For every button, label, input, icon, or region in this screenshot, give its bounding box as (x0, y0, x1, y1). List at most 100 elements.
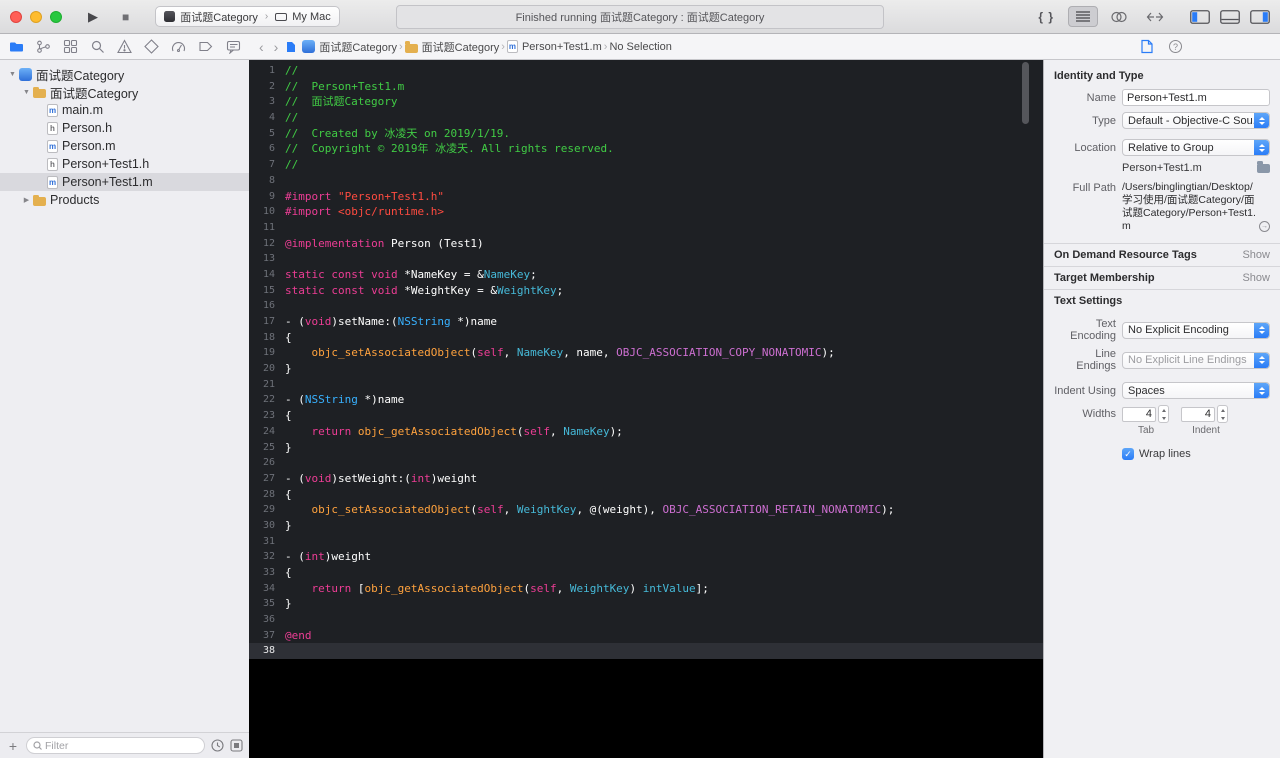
code-line-36[interactable]: 36 (249, 612, 1043, 628)
file-inspector-icon[interactable] (1141, 39, 1153, 54)
breakpoint-navigator-icon[interactable] (194, 35, 218, 59)
code-line-8[interactable]: 8 (249, 173, 1043, 189)
breadcrumb-item[interactable]: 面试题Category (404, 39, 499, 55)
code-line-18[interactable]: 18 { (249, 330, 1043, 346)
code-line-12[interactable]: 12 @implementation Person (Test1) (249, 236, 1043, 252)
find-navigator-icon[interactable] (85, 35, 109, 59)
report-navigator-icon[interactable] (221, 35, 245, 59)
code-line-1[interactable]: 1 // (249, 63, 1043, 79)
sidebar-item-面试题Category[interactable]: ▼ 面试题Category (0, 65, 249, 83)
code-snippets-icon[interactable]: { } (1038, 10, 1054, 24)
line-endings-popup[interactable]: No Explicit Line Endings (1122, 351, 1270, 369)
code-line-38[interactable]: 38 (249, 643, 1043, 660)
related-items-icon[interactable] (286, 41, 296, 53)
code-line-5[interactable]: 5 // Created by 冰凌天 on 2019/1/19. (249, 126, 1043, 142)
code-line-35[interactable]: 35} (249, 596, 1043, 612)
close-window-button[interactable] (10, 10, 22, 23)
code-line-28[interactable]: 28 { (249, 487, 1043, 503)
stop-button[interactable]: ■ (122, 10, 129, 24)
sidebar-item-main.m[interactable]: m main.m (0, 101, 249, 119)
toggle-debug-area-button[interactable] (1220, 9, 1240, 24)
code-line-27[interactable]: 27 - (void)setWeight:(int)weight (249, 471, 1043, 487)
back-button[interactable]: ‹ (257, 40, 266, 54)
code-line-9[interactable]: 9 #import "Person+Test1.h" (249, 189, 1043, 205)
odr-show-button[interactable]: Show (1242, 249, 1270, 261)
indent-using-popup[interactable]: Spaces (1122, 382, 1270, 399)
sidebar-item-Person+Test1.h[interactable]: h Person+Test1.h (0, 155, 249, 173)
disclosure-triangle[interactable]: ▼ (20, 89, 33, 96)
filter-input[interactable] (45, 739, 198, 752)
toggle-inspector-button[interactable] (1250, 9, 1270, 24)
code-line-10[interactable]: 10 #import <objc/runtime.h> (249, 204, 1043, 220)
code-line-34[interactable]: 34 return [objc_getAssociatedObject(self… (249, 581, 1043, 597)
code-line-37[interactable]: 37 @end (249, 628, 1043, 644)
assistant-editor-button[interactable] (1104, 6, 1134, 27)
code-line-22[interactable]: 22 - (NSString *)name (249, 392, 1043, 408)
sidebar-item-Person.m[interactable]: m Person.m (0, 137, 249, 155)
breadcrumb-item[interactable]: m Person+Test1.m (506, 40, 602, 53)
target-show-button[interactable]: Show (1242, 272, 1270, 284)
sidebar-item-Products[interactable]: ▶ Products (0, 191, 249, 209)
text-encoding-popup[interactable]: No Explicit Encoding (1122, 321, 1270, 339)
source-control-navigator-icon[interactable] (31, 35, 55, 59)
project-navigator-icon[interactable] (4, 35, 28, 59)
breadcrumb-item[interactable]: No Selection (609, 41, 671, 53)
source-control-status-icon[interactable] (230, 739, 243, 752)
code-line-33[interactable]: 33 { (249, 565, 1043, 581)
location-popup[interactable]: Relative to Group (1122, 139, 1270, 156)
scheme-selector[interactable]: 面试题Category › My Mac (155, 6, 340, 27)
code-line-24[interactable]: 24 return objc_getAssociatedObject(self,… (249, 424, 1043, 440)
sidebar-item-面试题Category[interactable]: ▼ 面试题Category (0, 83, 249, 101)
run-button[interactable]: ▶ (88, 9, 98, 25)
choose-folder-icon[interactable] (1257, 161, 1270, 173)
symbol-navigator-icon[interactable] (58, 35, 82, 59)
source-editor[interactable]: 1//2// Person+Test1.m 3// 面试题Category 4//5… (249, 60, 1043, 758)
sidebar-item-Person+Test1.m[interactable]: m Person+Test1.m (0, 173, 249, 191)
code-line-16[interactable]: 16 (249, 298, 1043, 314)
version-editor-button[interactable] (1140, 6, 1170, 27)
code-line-2[interactable]: 2 // Person+Test1.m (249, 79, 1043, 95)
code-line-15[interactable]: 15 static const void *WeightKey = &Weight… (249, 283, 1043, 299)
code-line-3[interactable]: 3 // 面试题Category (249, 94, 1043, 110)
code-line-29[interactable]: 29 objc_setAssociatedObject(self, Weight… (249, 502, 1043, 518)
code-line-31[interactable]: 31 (249, 534, 1043, 550)
issue-navigator-icon[interactable] (113, 35, 137, 59)
breadcrumb-item[interactable]: 面试题Category (302, 39, 397, 55)
code-line-25[interactable]: 25} (249, 440, 1043, 456)
reveal-path-icon[interactable]: → (1259, 221, 1270, 232)
code-line-11[interactable]: 11 (249, 220, 1043, 236)
test-navigator-icon[interactable] (140, 35, 164, 59)
code-line-21[interactable]: 21 (249, 377, 1043, 393)
code-line-6[interactable]: 6 // Copyright © 2019年 冰凌天. All rights re… (249, 141, 1043, 157)
forward-button[interactable]: › (272, 40, 281, 54)
code-line-13[interactable]: 13 (249, 251, 1043, 267)
type-popup[interactable]: Default - Objective-C Sou... (1122, 112, 1270, 129)
wrap-lines-checkbox[interactable]: ✓ (1122, 448, 1134, 460)
code-line-14[interactable]: 14 static const void *NameKey = &NameKey; (249, 267, 1043, 283)
code-line-32[interactable]: 32 - (int)weight (249, 549, 1043, 565)
disclosure-triangle[interactable]: ▶ (20, 196, 33, 204)
editor-scrollbar[interactable] (1022, 62, 1029, 124)
quick-help-inspector-icon[interactable]: ? (1169, 40, 1182, 53)
code-line-26[interactable]: 26 (249, 455, 1043, 471)
disclosure-triangle[interactable]: ▼ (6, 71, 19, 78)
indent-width-field[interactable] (1181, 406, 1215, 422)
recent-files-icon[interactable] (211, 739, 224, 752)
code-line-20[interactable]: 20} (249, 361, 1043, 377)
code-line-17[interactable]: 17 - (void)setName:(NSString *)name (249, 314, 1043, 330)
indent-width-stepper[interactable] (1217, 405, 1228, 423)
tab-width-field[interactable] (1122, 406, 1156, 422)
standard-editor-button[interactable] (1068, 6, 1098, 27)
sidebar-item-Person.h[interactable]: h Person.h (0, 119, 249, 137)
zoom-window-button[interactable] (50, 10, 62, 23)
debug-navigator-icon[interactable] (167, 35, 191, 59)
code-line-30[interactable]: 30} (249, 518, 1043, 534)
code-line-23[interactable]: 23 { (249, 408, 1043, 424)
add-button[interactable]: + (6, 738, 20, 754)
name-field[interactable] (1122, 89, 1270, 106)
minimize-window-button[interactable] (30, 10, 42, 23)
code-line-7[interactable]: 7 // (249, 157, 1043, 173)
tab-width-stepper[interactable] (1158, 405, 1169, 423)
filter-field[interactable] (26, 737, 205, 754)
toggle-navigator-button[interactable] (1190, 9, 1210, 24)
